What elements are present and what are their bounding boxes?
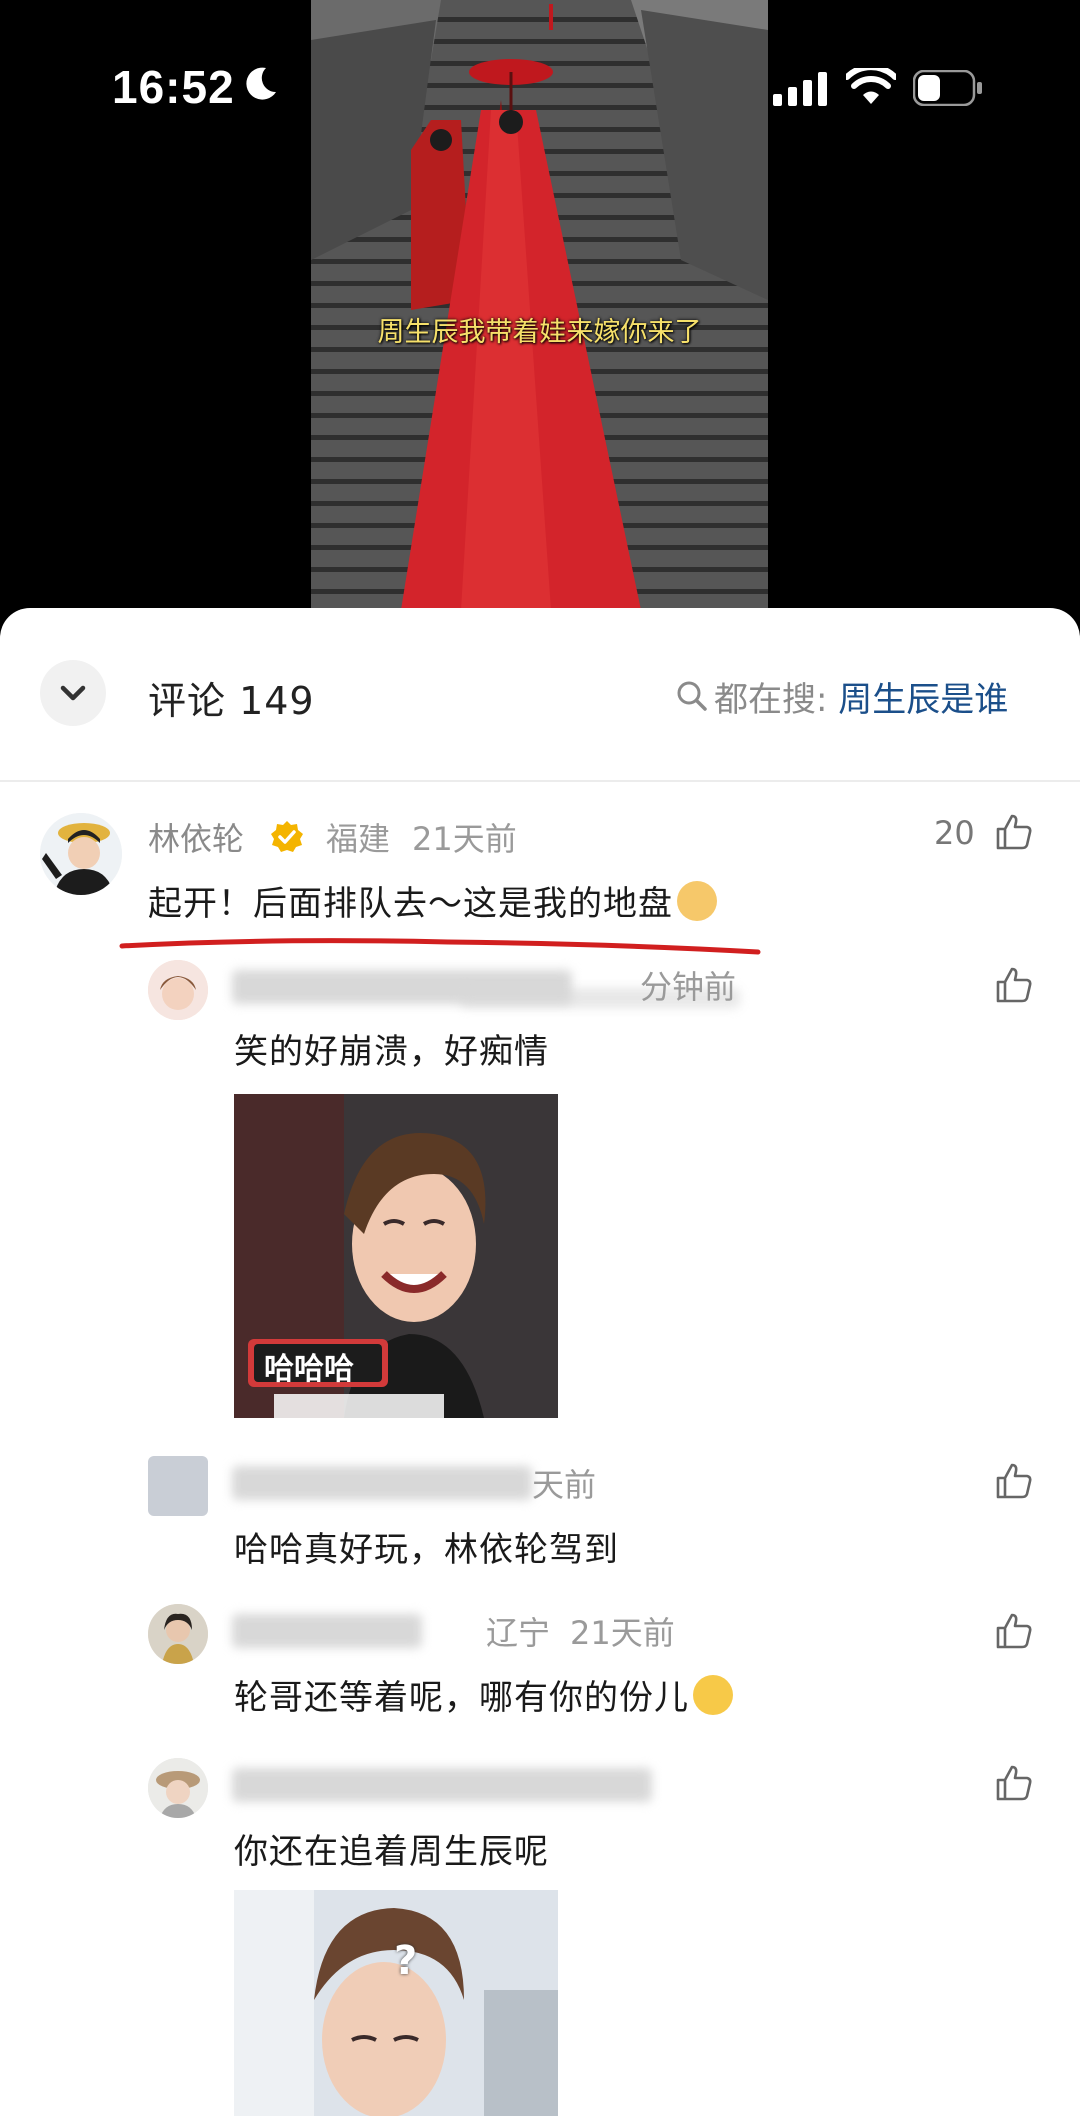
reply-time: 分钟前 [640, 968, 737, 1006]
avatar[interactable] [148, 1456, 208, 1516]
reply-avatar-illustration [148, 1604, 208, 1664]
reply-text: 你还在追着周生辰呢 [234, 1832, 549, 1872]
confused-man-sticker [234, 1890, 558, 2116]
search-prefix: 都在搜: [714, 680, 828, 720]
moon-icon [246, 67, 276, 100]
sticker-caption: 哈哈哈 [264, 1352, 354, 1387]
video-player[interactable]: 周生辰我带着娃来嫁你来了 [311, 0, 768, 610]
avatar[interactable] [40, 813, 122, 895]
chevron-down-icon [60, 685, 86, 701]
thumbs-up-icon[interactable] [995, 813, 1033, 851]
reply-image[interactable]: 哈哈哈 [234, 1094, 558, 1418]
author-avatar-illustration [40, 813, 122, 895]
red-underline-annotation [119, 938, 761, 955]
reply-text: 笑的好崩溃，好痴情 [234, 1032, 549, 1072]
comment-text: 起开！后面排队去～这是我的地盘 [148, 876, 717, 925]
redacted-username [232, 1768, 652, 1802]
thumbs-up-icon[interactable] [995, 1612, 1033, 1650]
signal-icon [773, 72, 827, 106]
reply-text-content: 轮哥还等着呢，哪有你的份儿 [234, 1678, 689, 1718]
video-frame-illustration [311, 0, 768, 610]
comment-text-content: 起开！后面排队去～这是我的地盘 [148, 884, 673, 924]
reply-avatar-illustration [148, 960, 208, 1020]
like-count: 20 [934, 814, 975, 852]
search-suggestion[interactable]: 都在搜: 周生辰是谁 [714, 672, 1008, 721]
sticker-caption: ? [394, 1938, 418, 1984]
comment-location: 福建 [326, 820, 391, 858]
video-caption: 周生辰我带着娃来嫁你来了 [377, 317, 702, 348]
reply-text: 哈哈真好玩，林依轮驾到 [234, 1530, 619, 1570]
comments-title: 评论 149 [148, 679, 315, 723]
battery-icon [913, 70, 982, 106]
dog-emoji-icon [677, 881, 717, 921]
reply-time: 21天前 [570, 1614, 675, 1652]
laughing-tears-emoji-icon [693, 1675, 733, 1715]
reply-avatar-illustration [148, 1758, 208, 1818]
search-icon [677, 681, 707, 711]
redacted-username [232, 1466, 532, 1500]
verified-badge-icon [271, 821, 303, 852]
avatar[interactable] [148, 960, 208, 1020]
reply-location: 辽宁 [486, 1614, 551, 1652]
thumbs-up-icon[interactable] [995, 966, 1033, 1004]
comments-sheet: 评论 149 都在搜: 周生辰是谁 林依轮 福建 21天前 20 起开！后面排队… [0, 608, 1080, 2116]
avatar[interactable] [148, 1758, 208, 1818]
thumbs-up-icon[interactable] [995, 1462, 1033, 1500]
header-divider [0, 780, 1080, 782]
comment-author[interactable]: 林依轮 [148, 814, 244, 860]
collapse-button[interactable] [40, 660, 106, 726]
status-time: 16:52 [112, 61, 235, 113]
thumbs-up-icon[interactable] [995, 1764, 1033, 1802]
search-query-link[interactable]: 周生辰是谁 [838, 680, 1008, 720]
avatar[interactable] [148, 1604, 208, 1664]
reply-text: 轮哥还等着呢，哪有你的份儿 [234, 1670, 733, 1719]
redacted-username [232, 1614, 422, 1648]
wifi-icon [846, 68, 896, 104]
reply-image[interactable]: ? [234, 1890, 558, 2116]
reply-time: 天前 [532, 1466, 597, 1504]
comment-time: 21天前 [412, 820, 517, 858]
